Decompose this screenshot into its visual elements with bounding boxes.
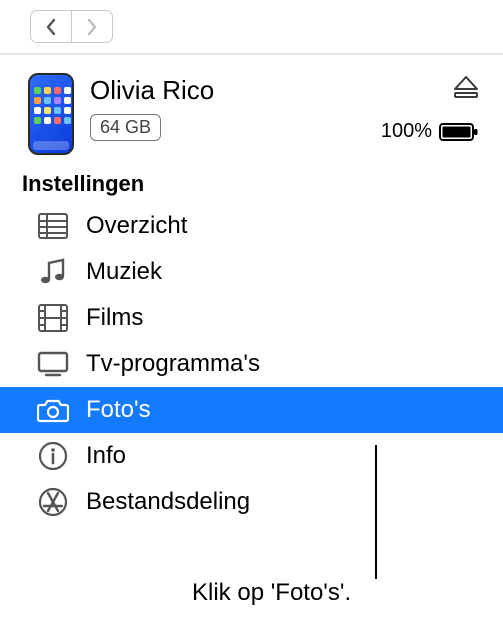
list-icon <box>36 209 70 243</box>
device-right: 100% <box>381 73 485 143</box>
battery-icon <box>439 122 479 142</box>
back-button[interactable] <box>30 10 72 43</box>
sidebar-item-label: Bestandsdeling <box>86 488 250 516</box>
sidebar-item-label: Overzicht <box>86 212 187 240</box>
sidebar-item-filesharing[interactable]: Bestandsdeling <box>0 479 503 525</box>
music-note-icon <box>36 255 70 289</box>
battery-status: 100% <box>381 120 479 143</box>
callout-text: Klik op 'Foto's'. <box>192 579 351 607</box>
device-name: Olivia Rico <box>90 75 365 106</box>
toolbar <box>0 0 503 55</box>
sidebar-item-photos[interactable]: Foto's <box>0 387 503 433</box>
sidebar-item-label: Muziek <box>86 258 162 286</box>
device-thumbnail <box>28 73 74 155</box>
chevron-left-icon <box>45 18 57 36</box>
forward-button[interactable] <box>71 10 113 43</box>
storage-badge: 64 GB <box>90 114 161 141</box>
callout-line <box>375 445 377 579</box>
device-meta: Olivia Rico 64 GB <box>90 73 365 141</box>
nav-group <box>30 10 113 43</box>
device-header: Olivia Rico 64 GB 100% <box>0 55 503 161</box>
sidebar-item-label: Info <box>86 442 126 470</box>
camera-icon <box>36 393 70 427</box>
chevron-right-icon <box>86 18 98 36</box>
sidebar-item-label: Foto's <box>86 396 151 424</box>
section-title: Instellingen <box>0 161 503 203</box>
app-store-icon <box>36 485 70 519</box>
eject-icon <box>453 75 479 99</box>
film-icon <box>36 301 70 335</box>
sidebar-item-label: Tv-programma's <box>86 350 260 378</box>
sidebar-item-movies[interactable]: Films <box>0 295 503 341</box>
sidebar-item-info[interactable]: Info <box>0 433 503 479</box>
settings-list: Overzicht Muziek Films Tv-programma's Foto's… <box>0 203 503 525</box>
sidebar-item-label: Films <box>86 304 143 332</box>
info-icon <box>36 439 70 473</box>
sidebar-item-tv[interactable]: Tv-programma's <box>0 341 503 387</box>
sidebar-item-music[interactable]: Muziek <box>0 249 503 295</box>
tv-icon <box>36 347 70 381</box>
eject-button[interactable] <box>453 75 479 104</box>
sidebar-item-overview[interactable]: Overzicht <box>0 203 503 249</box>
battery-percent: 100% <box>381 120 432 143</box>
